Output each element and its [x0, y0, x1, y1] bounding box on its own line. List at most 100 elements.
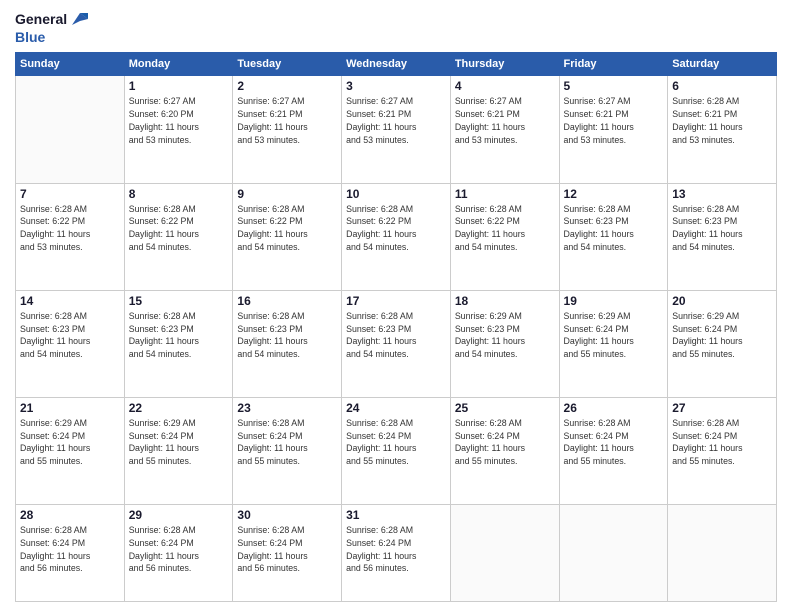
- calendar-week-row: 1 Sunrise: 6:27 AM Sunset: 6:20 PM Daylig…: [16, 76, 777, 183]
- calendar-week-row: 28 Sunrise: 6:28 AM Sunset: 6:24 PM Dayli…: [16, 505, 777, 602]
- day-info: Sunrise: 6:28 AM Sunset: 6:23 PM Dayligh…: [346, 310, 446, 361]
- day-number: 6: [672, 79, 772, 93]
- calendar-week-row: 14Sunrise: 6:28 AM Sunset: 6:23 PM Dayli…: [16, 290, 777, 397]
- day-number: 31: [346, 508, 446, 522]
- logo-text-block: General Blue: [15, 10, 88, 46]
- calendar-cell: [450, 505, 559, 602]
- calendar-cell: 4 Sunrise: 6:27 AM Sunset: 6:21 PM Daylig…: [450, 76, 559, 183]
- day-info: Sunrise: 6:28 AM Sunset: 6:24 PM Dayligh…: [346, 417, 446, 468]
- calendar-cell: 2 Sunrise: 6:27 AM Sunset: 6:21 PM Daylig…: [233, 76, 342, 183]
- day-info: Sunrise: 6:28 AM Sunset: 6:24 PM Dayligh…: [346, 524, 446, 575]
- day-number: 8: [129, 187, 229, 201]
- day-number: 18: [455, 294, 555, 308]
- day-number: 17: [346, 294, 446, 308]
- day-info: Sunrise: 6:27 AM Sunset: 6:21 PM Dayligh…: [237, 95, 337, 146]
- day-number: 7: [20, 187, 120, 201]
- calendar-cell: 13 Sunrise: 6:28 AM Sunset: 6:23 PM Dayli…: [668, 183, 777, 290]
- day-info: Sunrise: 6:28 AM Sunset: 6:22 PM Dayligh…: [455, 203, 555, 254]
- calendar-cell: 24 Sunrise: 6:28 AM Sunset: 6:24 PM Dayli…: [342, 397, 451, 504]
- day-info: Sunrise: 6:28 AM Sunset: 6:23 PM Dayligh…: [672, 203, 772, 254]
- day-info: Sunrise: 6:29 AM Sunset: 6:24 PM Dayligh…: [564, 310, 664, 361]
- calendar-cell: 21 Sunrise: 6:29 AM Sunset: 6:24 PM Dayli…: [16, 397, 125, 504]
- day-number: 24: [346, 401, 446, 415]
- page: General Blue SundayMondayTuesdayWednesda…: [0, 0, 792, 612]
- day-number: 11: [455, 187, 555, 201]
- calendar-cell: [559, 505, 668, 602]
- calendar-cell: 27 Sunrise: 6:28 AM Sunset: 6:24 PM Dayli…: [668, 397, 777, 504]
- day-info: Sunrise: 6:28 AM Sunset: 6:22 PM Dayligh…: [129, 203, 229, 254]
- day-number: 2: [237, 79, 337, 93]
- weekday-header: Saturday: [668, 53, 777, 76]
- day-info: Sunrise: 6:29 AM Sunset: 6:24 PM Dayligh…: [672, 310, 772, 361]
- day-info: Sunrise: 6:28 AM Sunset: 6:23 PM Dayligh…: [564, 203, 664, 254]
- calendar-cell: 12Sunrise: 6:28 AM Sunset: 6:23 PM Dayli…: [559, 183, 668, 290]
- day-number: 19: [564, 294, 664, 308]
- logo-blue: Blue: [15, 28, 88, 46]
- day-number: 26: [564, 401, 664, 415]
- calendar-cell: 11 Sunrise: 6:28 AM Sunset: 6:22 PM Dayli…: [450, 183, 559, 290]
- day-number: 25: [455, 401, 555, 415]
- day-info: Sunrise: 6:28 AM Sunset: 6:22 PM Dayligh…: [237, 203, 337, 254]
- day-info: Sunrise: 6:28 AM Sunset: 6:23 PM Dayligh…: [129, 310, 229, 361]
- day-number: 23: [237, 401, 337, 415]
- calendar-cell: 19 Sunrise: 6:29 AM Sunset: 6:24 PM Dayli…: [559, 290, 668, 397]
- day-info: Sunrise: 6:27 AM Sunset: 6:21 PM Dayligh…: [455, 95, 555, 146]
- weekday-header: Tuesday: [233, 53, 342, 76]
- day-number: 27: [672, 401, 772, 415]
- calendar-cell: 6 Sunrise: 6:28 AM Sunset: 6:21 PM Daylig…: [668, 76, 777, 183]
- weekday-header: Monday: [124, 53, 233, 76]
- day-info: Sunrise: 6:29 AM Sunset: 6:24 PM Dayligh…: [20, 417, 120, 468]
- weekday-header: Thursday: [450, 53, 559, 76]
- logo-bird-icon: [70, 11, 88, 27]
- calendar-cell: [16, 76, 125, 183]
- day-number: 5: [564, 79, 664, 93]
- calendar-cell: 28Sunrise: 6:28 AM Sunset: 6:24 PM Dayli…: [16, 505, 125, 602]
- calendar-week-row: 7 Sunrise: 6:28 AM Sunset: 6:22 PM Daylig…: [16, 183, 777, 290]
- day-info: Sunrise: 6:29 AM Sunset: 6:24 PM Dayligh…: [129, 417, 229, 468]
- calendar-cell: 22Sunrise: 6:29 AM Sunset: 6:24 PM Dayli…: [124, 397, 233, 504]
- calendar-cell: 9 Sunrise: 6:28 AM Sunset: 6:22 PM Daylig…: [233, 183, 342, 290]
- day-info: Sunrise: 6:28 AM Sunset: 6:22 PM Dayligh…: [20, 203, 120, 254]
- calendar-cell: 26 Sunrise: 6:28 AM Sunset: 6:24 PM Dayli…: [559, 397, 668, 504]
- day-info: Sunrise: 6:28 AM Sunset: 6:24 PM Dayligh…: [564, 417, 664, 468]
- calendar-cell: 17 Sunrise: 6:28 AM Sunset: 6:23 PM Dayli…: [342, 290, 451, 397]
- calendar-cell: 18Sunrise: 6:29 AM Sunset: 6:23 PM Dayli…: [450, 290, 559, 397]
- day-number: 15: [129, 294, 229, 308]
- day-number: 13: [672, 187, 772, 201]
- calendar-cell: 5Sunrise: 6:27 AM Sunset: 6:21 PM Daylig…: [559, 76, 668, 183]
- calendar-cell: 8 Sunrise: 6:28 AM Sunset: 6:22 PM Daylig…: [124, 183, 233, 290]
- day-number: 9: [237, 187, 337, 201]
- day-info: Sunrise: 6:28 AM Sunset: 6:23 PM Dayligh…: [237, 310, 337, 361]
- header: General Blue: [15, 10, 777, 46]
- calendar-cell: 3Sunrise: 6:27 AM Sunset: 6:21 PM Daylig…: [342, 76, 451, 183]
- logo-general: General: [15, 10, 67, 28]
- calendar-cell: 23Sunrise: 6:28 AM Sunset: 6:24 PM Dayli…: [233, 397, 342, 504]
- calendar-cell: 31 Sunrise: 6:28 AM Sunset: 6:24 PM Dayli…: [342, 505, 451, 602]
- day-number: 29: [129, 508, 229, 522]
- weekday-header: Sunday: [16, 53, 125, 76]
- calendar-table: SundayMondayTuesdayWednesdayThursdayFrid…: [15, 52, 777, 602]
- day-info: Sunrise: 6:28 AM Sunset: 6:24 PM Dayligh…: [672, 417, 772, 468]
- day-number: 10: [346, 187, 446, 201]
- day-info: Sunrise: 6:28 AM Sunset: 6:24 PM Dayligh…: [237, 524, 337, 575]
- day-number: 28: [20, 508, 120, 522]
- day-info: Sunrise: 6:28 AM Sunset: 6:24 PM Dayligh…: [455, 417, 555, 468]
- calendar-cell: 1 Sunrise: 6:27 AM Sunset: 6:20 PM Daylig…: [124, 76, 233, 183]
- calendar-week-row: 21 Sunrise: 6:29 AM Sunset: 6:24 PM Dayli…: [16, 397, 777, 504]
- calendar-cell: 10 Sunrise: 6:28 AM Sunset: 6:22 PM Dayli…: [342, 183, 451, 290]
- logo: General Blue: [15, 10, 88, 46]
- header-row: SundayMondayTuesdayWednesdayThursdayFrid…: [16, 53, 777, 76]
- day-info: Sunrise: 6:28 AM Sunset: 6:24 PM Dayligh…: [129, 524, 229, 575]
- day-info: Sunrise: 6:28 AM Sunset: 6:21 PM Dayligh…: [672, 95, 772, 146]
- day-number: 30: [237, 508, 337, 522]
- calendar-cell: 15 Sunrise: 6:28 AM Sunset: 6:23 PM Dayli…: [124, 290, 233, 397]
- calendar-cell: 30 Sunrise: 6:28 AM Sunset: 6:24 PM Dayli…: [233, 505, 342, 602]
- calendar-cell: 14Sunrise: 6:28 AM Sunset: 6:23 PM Dayli…: [16, 290, 125, 397]
- calendar-cell: 29 Sunrise: 6:28 AM Sunset: 6:24 PM Dayli…: [124, 505, 233, 602]
- day-number: 1: [129, 79, 229, 93]
- day-info: Sunrise: 6:27 AM Sunset: 6:20 PM Dayligh…: [129, 95, 229, 146]
- day-info: Sunrise: 6:28 AM Sunset: 6:22 PM Dayligh…: [346, 203, 446, 254]
- day-number: 4: [455, 79, 555, 93]
- day-number: 21: [20, 401, 120, 415]
- day-number: 20: [672, 294, 772, 308]
